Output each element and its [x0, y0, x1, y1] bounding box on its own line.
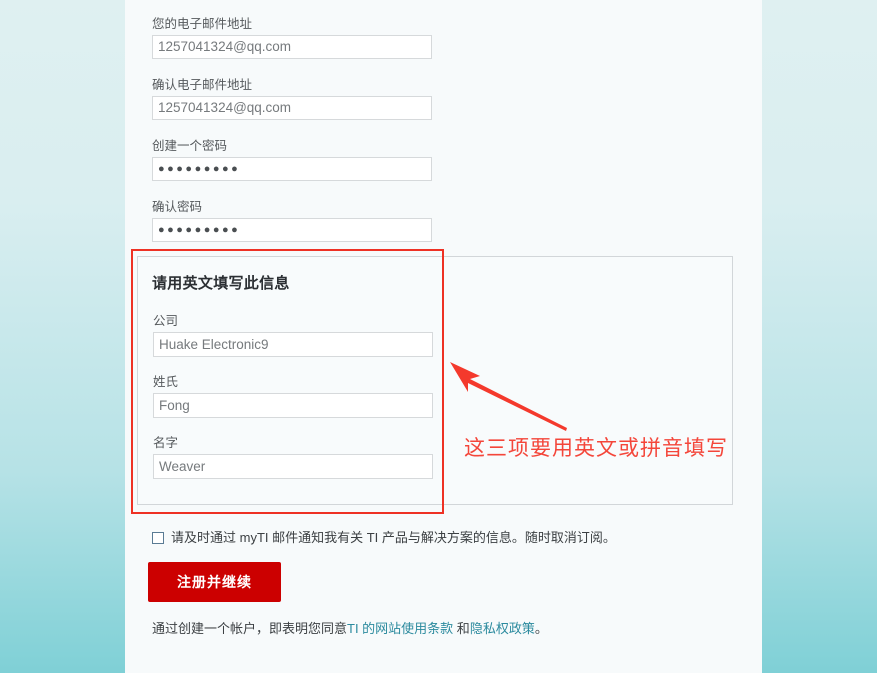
input-password[interactable]: ●●●●●●●●●	[152, 157, 432, 181]
field-label-confirm-email: 确认电子邮件地址	[152, 78, 253, 92]
field-label-confirm-password: 确认密码	[152, 200, 203, 214]
terms-of-use-link[interactable]: TI 的网站使用条款	[347, 621, 453, 636]
annotation-arrow-icon	[450, 362, 567, 431]
legal-prefix: 通过创建一个帐户，即表明您同意	[152, 621, 348, 636]
input-confirm-email[interactable]: 1257041324@qq.com	[152, 96, 432, 120]
field-email: 您的电子邮件地址 1257041324@qq.com	[152, 16, 432, 59]
input-confirm-password[interactable]: ●●●●●●●●●	[152, 218, 432, 242]
newsletter-label: 请及时通过 myTI 邮件通知我有关 TI 产品与解决方案的信息。随时取消订阅。	[171, 530, 616, 545]
field-label-email: 您的电子邮件地址	[152, 17, 253, 31]
privacy-policy-link[interactable]: 隐私权政策	[470, 621, 535, 636]
field-confirm-password: 确认密码 ●●●●●●●●●	[152, 199, 432, 242]
legal-suffix: 。	[534, 621, 548, 636]
field-confirm-email: 确认电子邮件地址 1257041324@qq.com	[152, 77, 432, 120]
annotation-highlight-box	[131, 249, 444, 514]
annotation-text: 这三项要用英文或拼音填写	[464, 436, 728, 460]
legal-middle: 和	[453, 621, 470, 636]
input-email[interactable]: 1257041324@qq.com	[152, 35, 432, 59]
field-label-password: 创建一个密码	[152, 139, 228, 153]
register-and-continue-button[interactable]: 注册并继续	[148, 562, 281, 602]
newsletter-optin-row[interactable]: 请及时通过 myTI 邮件通知我有关 TI 产品与解决方案的信息。随时取消订阅。	[152, 530, 616, 546]
legal-footer: 通过创建一个帐户，即表明您同意TI 的网站使用条款 和隐私权政策。	[152, 620, 548, 637]
field-password: 创建一个密码 ●●●●●●●●●	[152, 138, 432, 181]
newsletter-checkbox[interactable]	[152, 532, 164, 544]
